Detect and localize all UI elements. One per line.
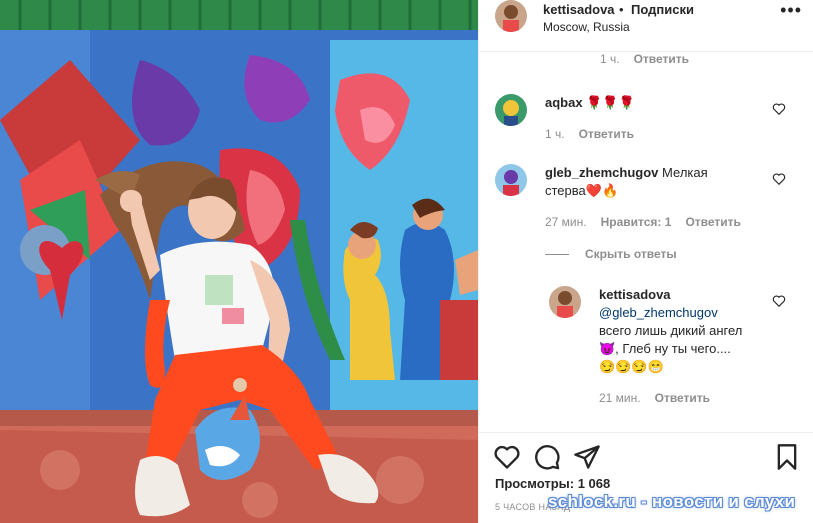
reply-button[interactable]: Ответить [685, 215, 740, 229]
reply-button[interactable]: Ответить [579, 127, 634, 141]
view-count: Просмотры: 1 068 [495, 476, 611, 491]
share-icon[interactable] [573, 443, 601, 471]
following-button[interactable]: Подписки [631, 2, 694, 17]
post-author-username[interactable]: kettisadova [543, 2, 615, 17]
avatar-image [495, 94, 527, 126]
divider-line [545, 254, 569, 256]
post-side-panel: kettisadova • Подписки Moscow, Russia ••… [478, 0, 813, 523]
comment-text: gleb_zhemchugov Мелкая стерва❤️🔥 [545, 164, 755, 200]
post-media[interactable] [0, 0, 478, 523]
like-comment-heart-icon[interactable] [772, 102, 786, 116]
comment-likes[interactable]: Нравится: 1 [601, 215, 672, 229]
reply-mention[interactable]: @gleb_zhemchugov [599, 305, 718, 320]
avatar[interactable] [549, 286, 581, 318]
reply-text: kettisadova @gleb_zhemchugov всего лишь … [599, 286, 759, 376]
avatar-image [495, 164, 527, 196]
reply-username[interactable]: kettisadova [599, 287, 671, 302]
reply-body-line: 😏😏😏😁 [599, 359, 664, 374]
reply-body-line: всего лишь дикий ангел [599, 323, 743, 338]
comment-time: 1 ч. [600, 52, 620, 66]
separator-dot: • [619, 2, 624, 17]
avatar[interactable] [495, 94, 527, 126]
avatar[interactable] [495, 164, 527, 196]
comment-username[interactable]: aqbax [545, 95, 583, 110]
comment-icon[interactable] [533, 443, 561, 471]
avatar-image [549, 286, 581, 318]
post-header: kettisadova • Подписки Moscow, Russia ••… [479, 0, 813, 52]
comment-username[interactable]: gleb_zhemchugov [545, 165, 658, 180]
previous-comment-meta: 1 ч. Ответить [600, 52, 703, 66]
reply-button[interactable]: Ответить [634, 52, 689, 66]
more-options-icon[interactable]: ••• [780, 0, 802, 21]
avatar[interactable] [495, 0, 527, 32]
comment-time: 1 ч. [545, 127, 565, 141]
like-comment-heart-icon[interactable] [772, 172, 786, 186]
like-comment-heart-icon[interactable] [772, 294, 786, 308]
comment-meta: 27 мин. Нравится: 1 Ответить [545, 215, 755, 229]
reply-button[interactable]: Ответить [655, 391, 710, 405]
comment-body-line: Мелкая [662, 165, 708, 180]
post-location[interactable]: Moscow, Russia [543, 20, 630, 34]
site-watermark: schlock.ru - новости и слухи [548, 492, 796, 511]
hide-replies-label: Скрыть ответы [585, 247, 677, 261]
avatar-image [495, 0, 527, 32]
hide-replies-button[interactable]: Скрыть ответы [545, 247, 677, 261]
reply-body-line: 😈, Глеб ну ты чего.... [599, 341, 731, 356]
post-actions-bar [479, 432, 813, 478]
comment-text: aqbax 🌹🌹🌹 [545, 94, 635, 112]
comment-meta: 1 ч. Ответить [545, 127, 648, 141]
post-video-frame [0, 0, 478, 523]
comment-body-line: стерва❤️🔥 [545, 183, 619, 198]
reply-meta: 21 мин. Ответить [599, 391, 724, 405]
heart-icon[interactable] [493, 443, 521, 471]
comment-body: 🌹🌹🌹 [586, 95, 635, 110]
reply-time: 21 мин. [599, 391, 641, 405]
comment-time: 27 мин. [545, 215, 587, 229]
bookmark-icon[interactable] [773, 443, 801, 471]
